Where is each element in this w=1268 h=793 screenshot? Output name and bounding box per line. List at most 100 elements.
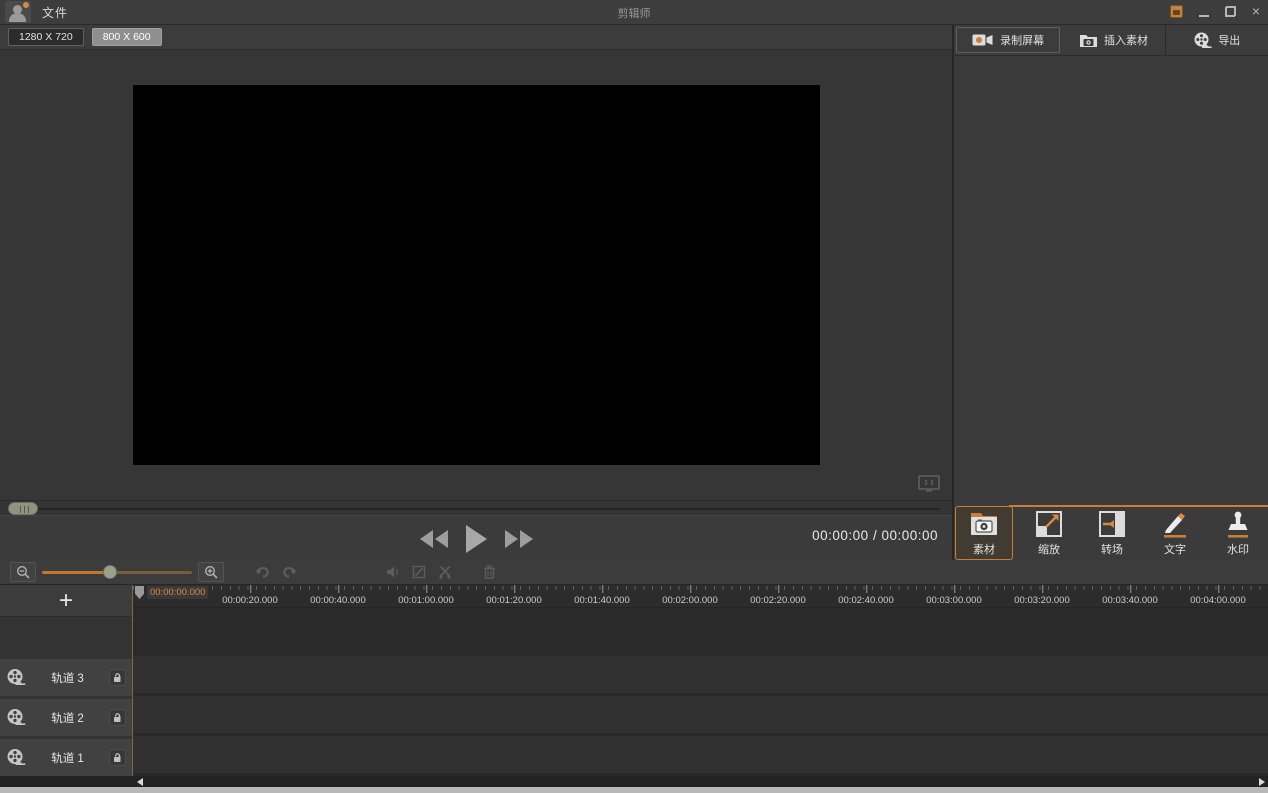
editor-right-pane: 录制屏幕 插入素材 导出 素材 缩放 转场 文字 水印 <box>952 25 1268 560</box>
tab-material[interactable]: 素材 <box>955 506 1013 560</box>
zoom-in-button[interactable] <box>198 562 224 582</box>
panel-tabs: 素材 缩放 转场 文字 水印 <box>954 505 1268 560</box>
preview-scroll-track[interactable] <box>20 508 940 510</box>
preview-scroll-row <box>0 500 952 515</box>
ruler-label: 00:03:40.000 <box>1102 585 1158 606</box>
minimize-button[interactable] <box>1198 6 1209 17</box>
insert-material-icon <box>1079 34 1097 47</box>
export-button[interactable]: 导出 <box>1166 25 1268 55</box>
tab-watermark[interactable]: 水印 <box>1209 507 1267 559</box>
ruler-label: 00:02:00.000 <box>662 585 718 606</box>
tab-text[interactable]: 文字 <box>1146 507 1204 559</box>
track-header-1[interactable]: 轨道 1 <box>0 739 132 776</box>
tab-scale[interactable]: 缩放 <box>1020 507 1078 559</box>
maximize-button[interactable] <box>1224 5 1236 17</box>
playback-controls: 00:00:00 / 00:00:00 <box>0 515 952 560</box>
track-lane-2[interactable] <box>133 696 1268 733</box>
track-1-lock-button[interactable] <box>109 749 126 766</box>
close-button[interactable]: × <box>1252 3 1260 19</box>
tab-material-label: 素材 <box>973 544 995 556</box>
playhead-time-label: 00:00:00.000 <box>147 586 209 599</box>
video-canvas[interactable] <box>133 85 820 465</box>
film-reel-icon <box>7 669 26 685</box>
track-header-spacer <box>0 617 132 659</box>
cut-button[interactable] <box>432 562 458 582</box>
film-reel-icon <box>7 709 26 725</box>
timeline-tracks-area: 00:00:00.000 00:00:20.000 00:00:40.000 0… <box>133 585 1268 776</box>
rewind-button[interactable] <box>419 529 448 548</box>
ruler-label: 00:00:20.000 <box>222 585 278 606</box>
timeline-ruler[interactable]: 00:00:00.000 00:00:20.000 00:00:40.000 0… <box>133 585 1268 608</box>
resolution-bar: 1280 X 720 800 X 600 <box>0 25 952 50</box>
edit-clip-button[interactable] <box>406 562 432 582</box>
scale-icon <box>1036 511 1062 537</box>
preview-scroll-handle[interactable] <box>8 502 38 515</box>
record-screen-label: 录制屏幕 <box>1000 35 1045 47</box>
track-header-panel: + 轨道 3 轨道 2 轨道 1 <box>0 585 133 776</box>
fit-screen-icon[interactable] <box>918 475 940 492</box>
ruler-label: 00:03:20.000 <box>1014 585 1070 606</box>
track-header-2[interactable]: 轨道 2 <box>0 699 132 736</box>
add-track-button[interactable]: + <box>0 585 132 617</box>
tab-watermark-label: 水印 <box>1227 544 1249 556</box>
tab-transition[interactable]: 转场 <box>1083 507 1141 559</box>
timeline-zoom-slider[interactable] <box>42 562 192 582</box>
timeline-toolbar <box>0 560 1268 585</box>
ruler-label: 00:01:00.000 <box>398 585 454 606</box>
track-lane-1[interactable] <box>133 736 1268 773</box>
app-title: 剪辑师 <box>617 8 651 20</box>
undo-button[interactable] <box>250 562 276 582</box>
tab-transition-label: 转场 <box>1101 544 1123 556</box>
track-3-lock-button[interactable] <box>109 669 126 686</box>
zoom-slider-knob[interactable] <box>103 565 117 579</box>
track-1-label: 轨道 1 <box>51 752 84 765</box>
playhead[interactable]: 00:00:00.000 <box>135 586 209 599</box>
transition-icon <box>1099 511 1125 537</box>
fast-forward-button[interactable] <box>504 529 533 548</box>
mute-button[interactable] <box>380 562 406 582</box>
track-lane-3[interactable] <box>133 656 1268 693</box>
ruler-label: 00:04:00.000 <box>1190 585 1246 606</box>
video-editor-window: 文件 剪辑师 × 1280 X 720 800 X 600 00:00:00 /… <box>0 0 1268 793</box>
zoom-out-button[interactable] <box>10 562 36 582</box>
ruler-ticks <box>133 586 1268 590</box>
track-2-lock-button[interactable] <box>109 709 126 726</box>
tab-scale-label: 缩放 <box>1038 544 1060 556</box>
insert-material-button[interactable]: 插入素材 <box>1062 25 1166 55</box>
timeline-section: + 轨道 3 轨道 2 轨道 1 00:00:00.000 00:00:20.0… <box>0 560 1268 793</box>
tray-icon[interactable] <box>1169 4 1183 18</box>
action-bar: 录制屏幕 插入素材 导出 <box>954 25 1268 55</box>
scroll-left-icon[interactable] <box>137 778 143 786</box>
window-controls: × <box>1169 3 1260 19</box>
text-icon <box>1164 513 1186 538</box>
ruler-label: 00:02:20.000 <box>750 585 806 606</box>
track-3-label: 轨道 3 <box>51 672 84 685</box>
insert-material-label: 插入素材 <box>1103 35 1148 47</box>
ruler-label: 00:01:40.000 <box>574 585 630 606</box>
timeline-scrollbar[interactable] <box>0 776 1268 787</box>
record-screen-button[interactable]: 录制屏幕 <box>956 27 1061 53</box>
ruler-label: 00:03:00.000 <box>926 585 982 606</box>
ruler-label: 00:00:40.000 <box>310 585 366 606</box>
record-screen-icon <box>972 34 993 46</box>
track-2-label: 轨道 2 <box>51 712 84 725</box>
playhead-marker-icon[interactable] <box>135 586 144 599</box>
material-icon <box>971 513 997 535</box>
play-button[interactable] <box>465 524 487 553</box>
watermark-icon <box>1228 511 1248 538</box>
ruler-label: 00:01:20.000 <box>486 585 542 606</box>
delete-button[interactable] <box>476 562 502 582</box>
redo-button[interactable] <box>276 562 302 582</box>
resolution-1280x720-button[interactable]: 1280 X 720 <box>8 28 84 46</box>
editor-left-pane: 1280 X 720 800 X 600 00:00:00 / 00:00:00 <box>0 25 952 560</box>
track-header-3[interactable]: 轨道 3 <box>0 659 132 696</box>
track-lanes <box>133 608 1268 776</box>
export-icon <box>1194 32 1212 48</box>
scroll-right-icon[interactable] <box>1259 778 1265 786</box>
resolution-800x600-button[interactable]: 800 X 600 <box>91 28 162 46</box>
preview-area <box>0 50 952 500</box>
titlebar: 文件 剪辑师 × <box>0 0 1268 25</box>
material-panel <box>954 55 1268 505</box>
time-display: 00:00:00 / 00:00:00 <box>812 528 938 543</box>
film-reel-icon <box>7 749 26 765</box>
